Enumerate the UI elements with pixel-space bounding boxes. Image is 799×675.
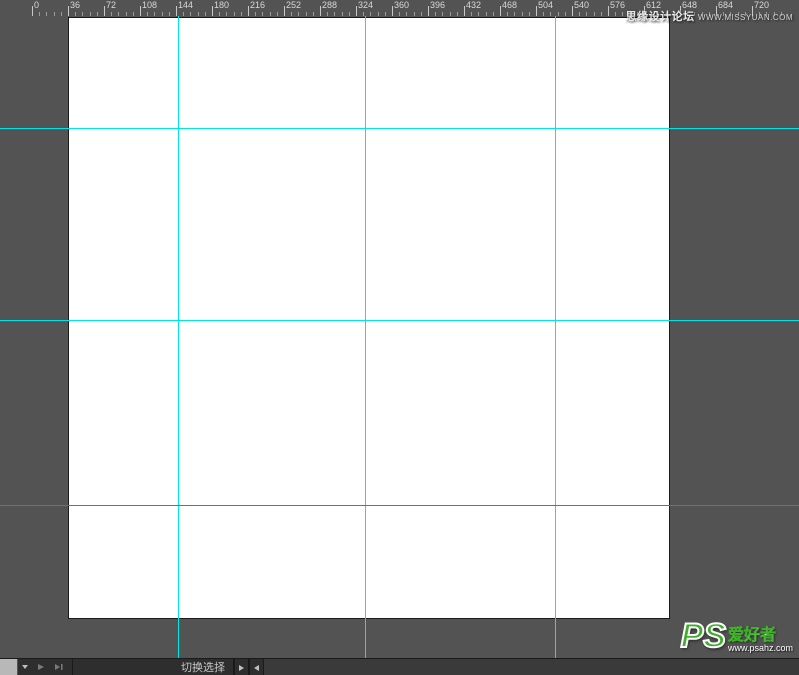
- ruler-number: 324: [358, 0, 373, 10]
- ruler-number: 108: [142, 0, 157, 10]
- horizontal-guide-active[interactable]: [0, 505, 799, 506]
- ruler-number: 36: [70, 0, 80, 10]
- watermark-cn: 爱好者: [728, 628, 793, 644]
- ruler-number: 216: [250, 0, 265, 10]
- document-tab-strip[interactable]: [0, 659, 18, 675]
- horizontal-scrollbar-track[interactable]: [264, 659, 799, 675]
- panel-menu-dropdown-icon[interactable]: [18, 659, 32, 675]
- vertical-guide[interactable]: [555, 16, 556, 658]
- spacer: [73, 659, 173, 675]
- ruler-number: 72: [106, 0, 116, 10]
- vertical-guide[interactable]: [178, 16, 179, 658]
- watermark-url: WWW.MISSYUAN.COM: [698, 13, 793, 22]
- watermark-psahz: PS 爱好者 www.psahz.com: [681, 619, 793, 653]
- scroll-left-icon[interactable]: [249, 659, 264, 675]
- ruler-number: 504: [538, 0, 553, 10]
- watermark-title: 思缘设计论坛: [626, 11, 695, 23]
- ruler-number: 252: [286, 0, 301, 10]
- ruler-number: 396: [430, 0, 445, 10]
- ruler-number: 468: [502, 0, 517, 10]
- watermark-psahz-url: www.psahz.com: [728, 644, 793, 653]
- canvas-viewport[interactable]: [0, 16, 799, 658]
- vertical-guide[interactable]: [365, 16, 366, 658]
- scroll-right-icon[interactable]: [234, 659, 249, 675]
- ruler-number: 0: [34, 0, 39, 10]
- watermark-text-group: 爱好者 www.psahz.com: [728, 628, 793, 653]
- ruler-number: 288: [322, 0, 337, 10]
- app-root: 0 36 72 108 144 180 216 252 288 324 360 396 432 468 50…: [0, 0, 799, 675]
- horizontal-guide[interactable]: [0, 320, 799, 321]
- watermark-missyuan: 思缘设计论坛 WWW.MISSYUAN.COM: [626, 8, 793, 24]
- ruler-number: 576: [610, 0, 625, 10]
- ruler-number: 360: [394, 0, 409, 10]
- bottom-bar: 切换选择: [0, 658, 799, 675]
- ruler-number: 432: [466, 0, 481, 10]
- watermark-ps-logo: PS: [681, 619, 726, 653]
- ruler-number: 180: [214, 0, 229, 10]
- toggle-select-label[interactable]: 切换选择: [173, 659, 234, 675]
- ruler-number: 144: [178, 0, 193, 10]
- ruler-number: 540: [574, 0, 589, 10]
- skip-end-icon[interactable]: [50, 659, 68, 675]
- play-icon[interactable]: [32, 659, 50, 675]
- animation-controls: [0, 659, 73, 675]
- horizontal-guide[interactable]: [0, 128, 799, 129]
- document-canvas[interactable]: [68, 17, 670, 619]
